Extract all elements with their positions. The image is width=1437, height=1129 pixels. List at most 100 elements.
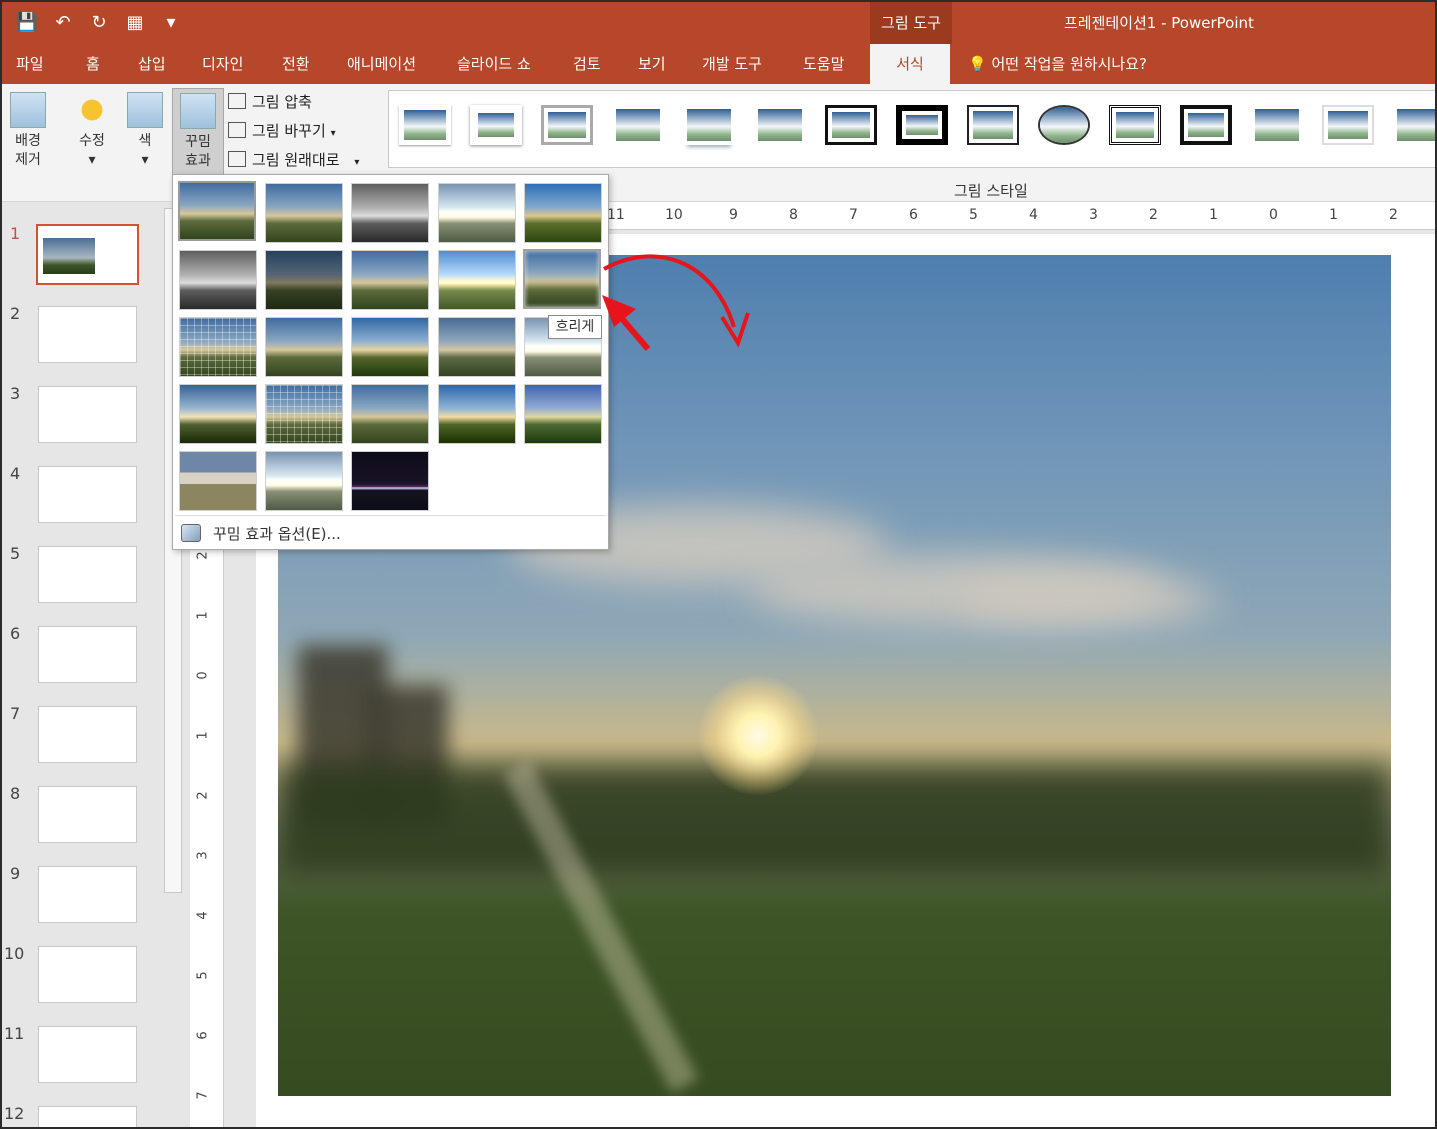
slide-thumbnail[interactable] — [38, 786, 137, 843]
picture-style-thumb[interactable] — [1322, 105, 1374, 145]
picture-style-thumb[interactable] — [470, 105, 522, 145]
effect-preview — [266, 251, 342, 309]
effect-marker[interactable] — [265, 451, 343, 511]
tab-format[interactable]: 서식 — [870, 44, 950, 84]
slide-thumbnail[interactable] — [38, 306, 137, 363]
picture-style-thumb[interactable] — [1180, 105, 1232, 145]
effect-plastic[interactable] — [351, 384, 429, 444]
slide-thumbnail[interactable] — [38, 386, 137, 443]
quick-access-toolbar: 💾 ↶ ↻ ▦ ▾ — [14, 10, 184, 36]
slide-thumbnail[interactable] — [38, 466, 137, 523]
picture-style-thumb[interactable] — [612, 105, 664, 145]
tab-developer[interactable]: 개발 도구 — [702, 44, 762, 84]
picture-style-thumb[interactable] — [541, 105, 593, 145]
effect-neon[interactable] — [351, 451, 429, 511]
slide-number: 8 — [10, 784, 21, 803]
tab-home[interactable]: 홈 — [86, 44, 100, 84]
customize-icon[interactable]: ▾ — [158, 10, 184, 36]
slide-thumbnail[interactable] — [36, 224, 139, 285]
picture-style-thumb[interactable] — [1109, 105, 1161, 145]
slide-thumbnail[interactable] — [38, 546, 137, 603]
effect-preview — [266, 385, 342, 443]
effect-glow-diffused[interactable] — [351, 250, 429, 310]
cloud-shape — [958, 575, 1218, 625]
tab-view[interactable]: 보기 — [638, 44, 666, 84]
tab-insert[interactable]: 삽입 — [138, 44, 166, 84]
ruler-tick-label: 7 — [849, 207, 858, 223]
picture-style-thumb[interactable] — [896, 105, 948, 145]
effect-watercolor[interactable] — [438, 317, 516, 377]
effects-options-icon — [181, 524, 201, 542]
effect-glass[interactable] — [438, 384, 516, 444]
slide-number: 4 — [10, 464, 21, 483]
effect-preview — [352, 251, 428, 309]
ruler-tick-label: 1 — [195, 611, 211, 620]
effect-line-drawing[interactable] — [351, 183, 429, 243]
picture-style-thumb[interactable] — [754, 105, 806, 145]
effect-preview — [352, 452, 428, 510]
tab-transitions[interactable]: 전환 — [282, 44, 310, 84]
ruler-tick-label: 2 — [195, 551, 211, 560]
artistic-effects-button[interactable]: 꾸밈 효과 — [172, 88, 224, 176]
picture-style-thumb[interactable] — [399, 105, 451, 145]
picture-style-thumb[interactable] — [1393, 105, 1435, 145]
artistic-effects-label-2: 효과 — [185, 153, 211, 169]
picture-style-thumb[interactable] — [967, 105, 1019, 145]
effect-posterize[interactable] — [179, 451, 257, 511]
remove-background-button[interactable]: 배경 제거 — [8, 92, 48, 170]
effect-preview — [180, 385, 256, 443]
picture-style-thumb[interactable] — [683, 105, 735, 145]
artistic-effects-options-item[interactable]: 꾸밈 효과 옵션(E)... — [181, 521, 341, 547]
slide-thumbnail[interactable] — [38, 1026, 137, 1083]
change-picture-button[interactable]: 그림 바꾸기 ▾ — [228, 119, 336, 143]
chevron-down-icon: ▾ — [330, 128, 336, 139]
effect-none[interactable] — [178, 181, 256, 241]
tab-slideshow[interactable]: 슬라이드 쇼 — [457, 44, 531, 84]
compress-pictures-button[interactable]: 그림 압축 — [228, 90, 312, 114]
effect-preview — [439, 318, 515, 376]
slide-thumbnail[interactable] — [38, 946, 137, 1003]
ruler-tick-label: 4 — [1029, 207, 1038, 223]
reset-picture-button[interactable]: 그림 원래대로 ▾ — [228, 148, 359, 172]
ruler-tick-label: 2 — [1389, 207, 1398, 223]
undo-icon[interactable]: ↶ — [50, 10, 76, 36]
picture-style-thumb[interactable] — [1251, 105, 1303, 145]
tab-animations[interactable]: 애니메이션 — [347, 44, 416, 84]
effect-blur[interactable] — [523, 249, 601, 309]
slide-thumbnail[interactable] — [38, 1106, 137, 1127]
effect-crisscross[interactable] — [179, 384, 257, 444]
effect-texturizer[interactable] — [265, 384, 343, 444]
effect-preview — [180, 452, 256, 510]
effect-photocopy[interactable] — [524, 384, 602, 444]
tell-me-search[interactable]: 💡 어떤 작업을 원하시나요? — [968, 44, 1147, 84]
tab-help[interactable]: 도움말 — [803, 44, 844, 84]
picture-style-thumb[interactable] — [1038, 105, 1090, 145]
ruler-tick-label: 1 — [1329, 207, 1338, 223]
style-preview — [404, 110, 446, 140]
style-preview — [478, 113, 514, 137]
effect-sketch[interactable] — [179, 250, 257, 310]
slide-thumbnail[interactable] — [38, 706, 137, 763]
effect-glow-edges[interactable] — [438, 250, 516, 310]
picture-style-thumb[interactable] — [825, 105, 877, 145]
tab-file[interactable]: 파일 — [16, 44, 44, 84]
tab-design[interactable]: 디자인 — [202, 44, 243, 84]
redo-icon[interactable]: ↻ — [86, 10, 112, 36]
effect-pencil-sketch[interactable] — [265, 183, 343, 243]
effect-preview — [525, 385, 601, 443]
save-icon[interactable]: 💾 — [14, 10, 40, 36]
presentation-icon[interactable]: ▦ — [122, 10, 148, 36]
style-preview — [832, 112, 870, 138]
effect-paint-strokes[interactable] — [524, 183, 602, 243]
effect-pastels[interactable] — [351, 317, 429, 377]
slide-thumbnail[interactable] — [38, 866, 137, 923]
effect-chalk[interactable] — [438, 183, 516, 243]
slide-thumbnail[interactable] — [38, 626, 137, 683]
picture-styles-group-label: 그림 스타일 — [954, 182, 1028, 200]
effect-film-grain[interactable] — [265, 250, 343, 310]
corrections-button[interactable]: 수정 ▾ — [72, 92, 112, 170]
effect-mosaic[interactable] — [179, 317, 257, 377]
effect-cutout[interactable] — [265, 317, 343, 377]
color-button[interactable]: 색 ▾ — [126, 92, 164, 170]
tab-review[interactable]: 검토 — [573, 44, 601, 84]
